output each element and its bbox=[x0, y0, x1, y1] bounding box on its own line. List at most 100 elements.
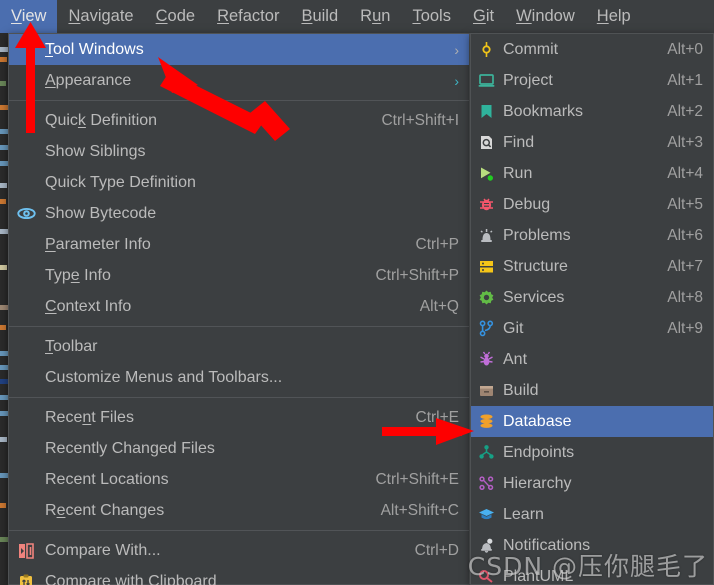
run-icon bbox=[471, 158, 501, 189]
menu-item-appearance[interactable]: Appearance › bbox=[9, 65, 469, 96]
parameter-info-mnemonic: P bbox=[45, 235, 56, 253]
parameter-info-icon-slot bbox=[9, 229, 43, 260]
tool-window-item-structure[interactable]: Structure Alt+7 bbox=[471, 251, 713, 282]
menu-item-type-info[interactable]: Type Info Ctrl+Shift+P bbox=[9, 260, 469, 291]
tool-window-item-services[interactable]: Services Alt+8 bbox=[471, 282, 713, 313]
tool-window-label-commit: Commit bbox=[503, 40, 559, 58]
main-menubar: View Navigate Code Refactor Build Run To… bbox=[0, 0, 714, 33]
tool-window-item-debug[interactable]: Debug Alt+5 bbox=[471, 189, 713, 220]
view-dropdown-menu: Tool Windows › Appearance › Quick Defini… bbox=[8, 33, 470, 585]
menubar-view-mnemonic: V bbox=[11, 7, 22, 25]
tool-window-accel-problems: Alt+6 bbox=[667, 226, 703, 244]
menubar-view-label: iew bbox=[21, 7, 47, 25]
menu-item-quick-definition[interactable]: Quick Definition Ctrl+Shift+I bbox=[9, 105, 469, 136]
menu-item-compare-with[interactable]: Compare With... Ctrl+D bbox=[9, 535, 469, 566]
type-info-icon-slot bbox=[9, 260, 43, 291]
menu-item-quick-type-definition-label: Quick Type Definition bbox=[45, 173, 196, 191]
menu-item-show-bytecode[interactable]: Show Bytecode bbox=[9, 198, 469, 229]
tool-window-item-database[interactable]: Database bbox=[471, 406, 713, 437]
tool-window-item-run[interactable]: Run Alt+4 bbox=[471, 158, 713, 189]
tool-window-label-project: Project bbox=[503, 71, 553, 89]
problems-icon bbox=[471, 220, 501, 251]
tool-window-item-learn[interactable]: Learn bbox=[471, 499, 713, 530]
bookmarks-icon bbox=[471, 96, 501, 127]
menu-item-recently-changed-files-label: Recently Changed Files bbox=[45, 439, 215, 457]
menubar-item-help[interactable]: Help bbox=[586, 0, 642, 33]
tool-window-accel-bookmarks: Alt+2 bbox=[667, 102, 703, 120]
menu-item-context-info-label: Context Info bbox=[45, 297, 132, 315]
commit-icon bbox=[471, 34, 501, 65]
tool-window-label-build: Build bbox=[503, 381, 539, 399]
menubar-window-label: indow bbox=[531, 7, 575, 25]
tool-window-label-ant: Ant bbox=[503, 350, 528, 368]
menu-accel-recent-locations: Ctrl+Shift+E bbox=[375, 470, 459, 488]
tool-window-item-find[interactable]: Find Alt+3 bbox=[471, 127, 713, 158]
menu-item-show-siblings[interactable]: Show Siblings bbox=[9, 136, 469, 167]
menu-item-recent-locations-label: Recent Locations bbox=[45, 470, 169, 488]
menubar-run-mnemonic: u bbox=[372, 7, 382, 25]
menu-item-customize-menus-and-toolbars[interactable]: Customize Menus and Toolbars... bbox=[9, 362, 469, 393]
menu-item-tool-windows[interactable]: Tool Windows › bbox=[9, 34, 469, 65]
tool-window-label-bookmarks: Bookmarks bbox=[503, 102, 584, 120]
tool-window-label-services: Services bbox=[503, 288, 565, 306]
tool-window-item-bookmarks[interactable]: Bookmarks Alt+2 bbox=[471, 96, 713, 127]
menu-item-compare-with-clipboard[interactable]: Compare with Clipboard bbox=[9, 566, 469, 585]
tool-window-item-commit[interactable]: Commit Alt+0 bbox=[471, 34, 713, 65]
menu-item-appearance-label: Appearance bbox=[45, 71, 132, 89]
tool-window-accel-run: Alt+4 bbox=[667, 164, 703, 182]
endpoints-icon bbox=[471, 437, 501, 468]
menubar-code-mnemonic: C bbox=[155, 7, 168, 25]
menu-item-show-siblings-label: Show Siblings bbox=[45, 142, 146, 160]
hierarchy-icon bbox=[471, 468, 501, 499]
tool-window-item-ant[interactable]: Ant bbox=[471, 344, 713, 375]
menu-item-toolbar-label: Toolbar bbox=[45, 337, 98, 355]
recently-changed-files-icon-slot bbox=[9, 433, 43, 464]
menubar-item-build[interactable]: Build bbox=[290, 0, 349, 33]
tool-window-label-endpoints: Endpoints bbox=[503, 443, 575, 461]
menubar-item-git[interactable]: Git bbox=[462, 0, 505, 33]
menu-item-recent-changes[interactable]: Recent Changes Alt+Shift+C bbox=[9, 495, 469, 526]
tool-window-item-problems[interactable]: Problems Alt+6 bbox=[471, 220, 713, 251]
quick-definition-mnemonic: k bbox=[77, 111, 86, 129]
menu-item-quick-type-definition[interactable]: Quick Type Definition bbox=[9, 167, 469, 198]
tool-windows-icon-slot bbox=[9, 34, 43, 65]
tool-window-label-find: Find bbox=[503, 133, 535, 151]
tool-window-accel-find: Alt+3 bbox=[667, 133, 703, 151]
menu-item-compare-with-clipboard-label: Compare with Clipboard bbox=[45, 572, 217, 585]
tool-window-label-structure: Structure bbox=[503, 257, 568, 275]
menu-item-recently-changed-files[interactable]: Recently Changed Files bbox=[9, 433, 469, 464]
menu-accel-recent-changes: Alt+Shift+C bbox=[380, 501, 459, 519]
menu-item-quick-definition-label: Quick Definition bbox=[45, 111, 158, 129]
menu-item-recent-changes-label: Recent Changes bbox=[45, 501, 165, 519]
show-siblings-icon-slot bbox=[9, 136, 43, 167]
menubar-item-window[interactable]: Window bbox=[505, 0, 586, 33]
customize-icon-slot bbox=[9, 362, 43, 393]
tool-window-label-run: Run bbox=[503, 164, 533, 182]
toolbar-icon-slot bbox=[9, 331, 43, 362]
menu-item-recent-files[interactable]: Recent Files Ctrl+E bbox=[9, 402, 469, 433]
menubar-item-run[interactable]: Run bbox=[349, 0, 401, 33]
menubar-tools-label: ools bbox=[420, 7, 451, 25]
menu-item-recent-locations[interactable]: Recent Locations Ctrl+Shift+E bbox=[9, 464, 469, 495]
recent-changes-mnemonic: e bbox=[56, 501, 66, 519]
tool-window-item-git[interactable]: Git Alt+9 bbox=[471, 313, 713, 344]
tool-window-item-project[interactable]: Project Alt+1 bbox=[471, 65, 713, 96]
menu-item-context-info[interactable]: Context Info Alt+Q bbox=[9, 291, 469, 322]
menubar-item-navigate[interactable]: Navigate bbox=[57, 0, 144, 33]
menubar-refactor-label: efactor bbox=[229, 7, 280, 25]
menu-item-parameter-info[interactable]: Parameter Info Ctrl+P bbox=[9, 229, 469, 260]
tool-window-item-endpoints[interactable]: Endpoints bbox=[471, 437, 713, 468]
menu-item-recent-files-label: Recent Files bbox=[45, 408, 134, 426]
tool-window-item-hierarchy[interactable]: Hierarchy bbox=[471, 468, 713, 499]
menubar-item-refactor[interactable]: Refactor bbox=[206, 0, 290, 33]
menubar-item-view[interactable]: View bbox=[0, 0, 58, 33]
tool-window-label-debug: Debug bbox=[503, 195, 551, 213]
menu-item-show-bytecode-label: Show Bytecode bbox=[45, 204, 157, 222]
menubar-item-tools[interactable]: Tools bbox=[401, 0, 462, 33]
menubar-item-code[interactable]: Code bbox=[145, 0, 206, 33]
tool-window-accel-commit: Alt+0 bbox=[667, 40, 703, 58]
tool-window-item-build[interactable]: Build bbox=[471, 375, 713, 406]
menu-item-toolbar[interactable]: Toolbar bbox=[9, 331, 469, 362]
menu-item-type-info-label: Type Info bbox=[45, 266, 111, 284]
chevron-right-icon: › bbox=[454, 41, 459, 58]
